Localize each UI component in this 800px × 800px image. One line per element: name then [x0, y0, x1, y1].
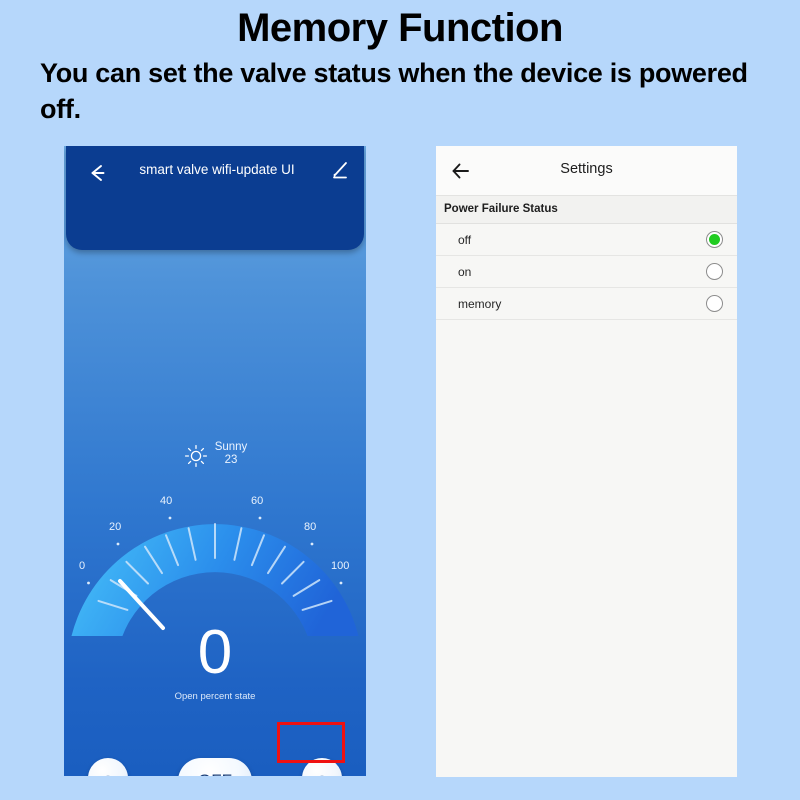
open-percent-caption: Open percent state — [174, 690, 256, 702]
settings-tab-highlight-box — [277, 722, 345, 763]
weather-widget: Sunny 23 — [64, 440, 366, 469]
option-row-memory[interactable]: memory — [436, 288, 737, 320]
settings-topbar: Settings — [436, 146, 737, 196]
power-button-label: OFF — [198, 771, 232, 776]
option-label: on — [458, 264, 472, 279]
back-arrow-icon[interactable] — [84, 160, 110, 186]
power-button[interactable]: OFF — [178, 758, 252, 776]
option-row-on[interactable]: on — [436, 256, 737, 288]
radio-on[interactable] — [706, 263, 723, 280]
settings-title: Settings — [560, 161, 613, 177]
left-app-title: smart valve wifi-update UI — [139, 162, 295, 177]
left-phone-screen: smart valve wifi-update UI Sunny 23 0 20… — [64, 146, 366, 776]
gauge-min-icon — [88, 758, 128, 776]
open-percent-value: 0 — [197, 618, 233, 687]
weather-temperature: 23 — [224, 454, 238, 467]
left-app-topbar: smart valve wifi-update UI — [66, 146, 364, 250]
min-button[interactable]: OFF — [82, 758, 134, 776]
option-label: off — [458, 232, 472, 247]
option-row-off[interactable]: off — [436, 224, 737, 256]
screenshot-root: Memory Function You can set the valve st… — [0, 0, 800, 800]
power-failure-status-label: Power Failure Status — [436, 196, 737, 224]
weather-condition: Sunny — [214, 441, 248, 453]
radio-off[interactable] — [706, 231, 723, 248]
page-title: Memory Function — [237, 6, 563, 50]
radio-memory[interactable] — [706, 295, 723, 312]
sun-icon — [183, 443, 209, 469]
option-label: memory — [458, 296, 502, 311]
page-subtitle: You can set the valve status when the de… — [40, 58, 748, 124]
edit-pencil-icon[interactable] — [328, 160, 350, 182]
right-phone-screen: Settings Power Failure Status off on mem… — [436, 146, 737, 777]
valve-open-gauge[interactable]: 0 20 40 60 80 100 — [70, 476, 360, 652]
radio-selected-dot — [709, 234, 720, 245]
open-percent-readout: 0% Open percent state — [64, 618, 366, 702]
